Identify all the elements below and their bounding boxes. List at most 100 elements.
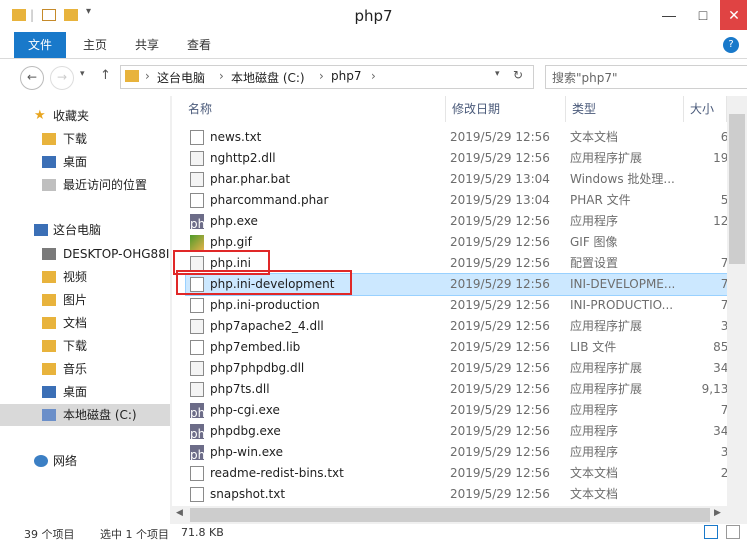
close-button[interactable]: ✕ <box>720 0 747 30</box>
file-name: php.exe <box>210 214 258 228</box>
settings-file-icon <box>190 361 204 376</box>
address-bar[interactable]: › 这台电脑 › 本地磁盘 (C:) › php7 › ▾ ↻ <box>120 65 534 89</box>
file-name: php-cgi.exe <box>210 403 280 417</box>
breadcrumb-local-disk[interactable]: 本地磁盘 (C:) <box>231 69 305 86</box>
document-icon <box>190 340 204 355</box>
nav-videos[interactable]: 视频 <box>0 266 170 288</box>
file-date: 2019/5/29 12:56 <box>450 235 550 249</box>
nav-desktop-fav[interactable]: 桌面 <box>0 151 170 173</box>
file-name: php7embed.lib <box>210 340 301 354</box>
file-row[interactable]: nghttp2.dll 2019/5/29 12:56 应用程序扩展 193 <box>186 148 747 169</box>
file-date: 2019/5/29 12:56 <box>450 256 550 270</box>
file-row[interactable]: php7phpdbg.dll 2019/5/29 12:56 应用程序扩展 347 <box>186 358 747 379</box>
help-icon[interactable]: ? <box>723 37 739 53</box>
nav-desktop[interactable]: 桌面 <box>0 381 170 403</box>
search-placeholder: 搜索"php7" <box>552 71 618 85</box>
nav-local-disk-c[interactable]: 本地磁盘 (C:) <box>0 404 170 426</box>
chevron-right-icon: › <box>145 69 150 83</box>
file-row[interactable]: phar.phar.bat 2019/5/29 13:04 Windows 批处理.… <box>186 169 747 190</box>
file-date: 2019/5/29 12:56 <box>450 151 550 165</box>
file-row[interactable]: readme-redist-bins.txt 2019/5/29 12:56 文本文… <box>186 463 747 484</box>
nav-downloads[interactable]: 下载 <box>0 335 170 357</box>
file-row[interactable]: php7apache2_4.dll2019/5/29 12:56应用程序扩展36 <box>186 316 747 337</box>
tab-home[interactable]: 主页 <box>72 32 118 58</box>
chevron-down-icon[interactable]: ▾ <box>495 69 500 79</box>
nav-label: 网络 <box>53 454 78 468</box>
file-type: INI-DEVELOPME... <box>570 277 676 291</box>
nav-label: 桌面 <box>63 155 88 169</box>
file-date: 2019/5/29 12:56 <box>450 445 550 459</box>
up-button[interactable]: ↑ <box>100 68 111 83</box>
file-date: 2019/5/29 12:56 <box>450 319 550 333</box>
file-row[interactable]: phpphp-win.exe2019/5/29 12:56应用程序37 <box>186 442 747 463</box>
file-row[interactable]: snapshot.txt2019/5/29 12:56文本文档2 <box>186 484 747 505</box>
desktop-icon <box>42 386 56 398</box>
nav-this-pc[interactable]: 这台电脑 <box>0 219 170 241</box>
file-row[interactable]: phpphp-cgi.exe2019/5/29 12:56应用程序72 <box>186 400 747 421</box>
music-folder-icon <box>42 363 56 375</box>
nav-pictures[interactable]: 图片 <box>0 289 170 311</box>
file-name: nghttp2.dll <box>210 151 276 165</box>
nav-recent[interactable]: 最近访问的位置 <box>0 174 170 196</box>
column-name[interactable]: 名称 <box>182 96 446 122</box>
file-name: pharcommand.phar <box>210 193 329 207</box>
search-input[interactable]: 搜索"php7" <box>545 65 747 89</box>
nav-favorites[interactable]: ★ 收藏夹 <box>0 105 170 127</box>
scroll-thumb[interactable] <box>190 508 710 522</box>
nav-documents[interactable]: 文档 <box>0 312 170 334</box>
nav-downloads-fav[interactable]: 下载 <box>0 128 170 150</box>
nav-desktop-pc[interactable]: DESKTOP-OHG88I <box>0 243 170 265</box>
tab-share[interactable]: 共享 <box>124 32 170 58</box>
recent-locations-icon[interactable]: ▾ <box>80 69 85 79</box>
settings-file-icon <box>190 382 204 397</box>
file-row[interactable]: php.ini-production 2019/5/29 12:56 INI-PRO… <box>186 295 747 316</box>
file-type: 文本文档 <box>570 130 619 144</box>
scroll-left-icon[interactable]: ◀ <box>176 508 183 518</box>
large-icons-view-icon[interactable] <box>726 525 740 539</box>
column-type[interactable]: 类型 <box>566 96 684 122</box>
forward-button[interactable]: → <box>50 66 74 90</box>
file-row[interactable]: phpphp.exe2019/5/29 12:56应用程序124 <box>186 211 747 232</box>
maximize-button[interactable]: □ <box>686 0 720 30</box>
file-type: 应用程序扩展 <box>570 319 643 333</box>
breadcrumb-php7[interactable]: php7 <box>331 69 361 83</box>
horizontal-scrollbar[interactable]: ◀ ▶ <box>172 506 727 524</box>
file-date: 2019/5/29 12:56 <box>450 298 550 312</box>
breadcrumb-this-pc[interactable]: 这台电脑 <box>157 69 205 86</box>
details-view-icon[interactable] <box>704 525 718 539</box>
file-name: php-win.exe <box>210 445 284 459</box>
file-row[interactable]: php.gif2019/5/29 12:56GIF 图像3 <box>186 232 747 253</box>
tab-file[interactable]: 文件 <box>14 32 66 58</box>
documents-folder-icon <box>42 317 56 329</box>
back-button[interactable]: ← <box>20 66 44 90</box>
nav-music[interactable]: 音乐 <box>0 358 170 380</box>
file-row[interactable]: pharcommand.phar2019/5/29 13:04PHAR 文件52 <box>186 190 747 211</box>
scroll-thumb[interactable] <box>729 114 745 264</box>
minimize-button[interactable]: — <box>652 0 686 30</box>
file-row[interactable]: php7ts.dll 2019/5/29 12:56 应用程序扩展 9,137 <box>186 379 747 400</box>
column-date[interactable]: 修改日期 <box>446 96 566 122</box>
network-icon <box>34 455 48 467</box>
file-row[interactable]: phpphpdbg.exe2019/5/29 12:56应用程序349 <box>186 421 747 442</box>
tab-view[interactable]: 查看 <box>176 32 222 58</box>
vertical-scrollbar[interactable] <box>727 96 747 524</box>
nav-network[interactable]: 网络 <box>0 450 170 472</box>
file-type: INI-PRODUCTIO... <box>570 298 674 312</box>
file-row[interactable]: news.txt2019/5/29 12:56文本文档65 <box>186 127 747 148</box>
file-type: 应用程序扩展 <box>570 151 643 165</box>
scroll-right-icon[interactable]: ▶ <box>714 508 721 518</box>
file-date: 2019/5/29 12:56 <box>450 466 550 480</box>
pane-splitter[interactable] <box>170 96 172 524</box>
star-icon: ★ <box>34 108 46 123</box>
file-row[interactable]: php7embed.lib 2019/5/29 12:56 LIB 文件 855 <box>186 337 747 358</box>
file-type: 应用程序 <box>570 403 619 417</box>
document-icon <box>190 298 204 313</box>
refresh-icon[interactable]: ↻ <box>513 68 523 82</box>
status-bar: 39 个项目 选中 1 个项目 71.8 KB <box>0 524 747 541</box>
file-type: 应用程序扩展 <box>570 361 643 375</box>
file-type: PHAR 文件 <box>570 193 631 207</box>
recent-places-icon <box>42 179 56 191</box>
file-date: 2019/5/29 12:56 <box>450 382 550 396</box>
column-size[interactable]: 大小 <box>684 96 727 122</box>
file-name: readme-redist-bins.txt <box>210 466 344 480</box>
